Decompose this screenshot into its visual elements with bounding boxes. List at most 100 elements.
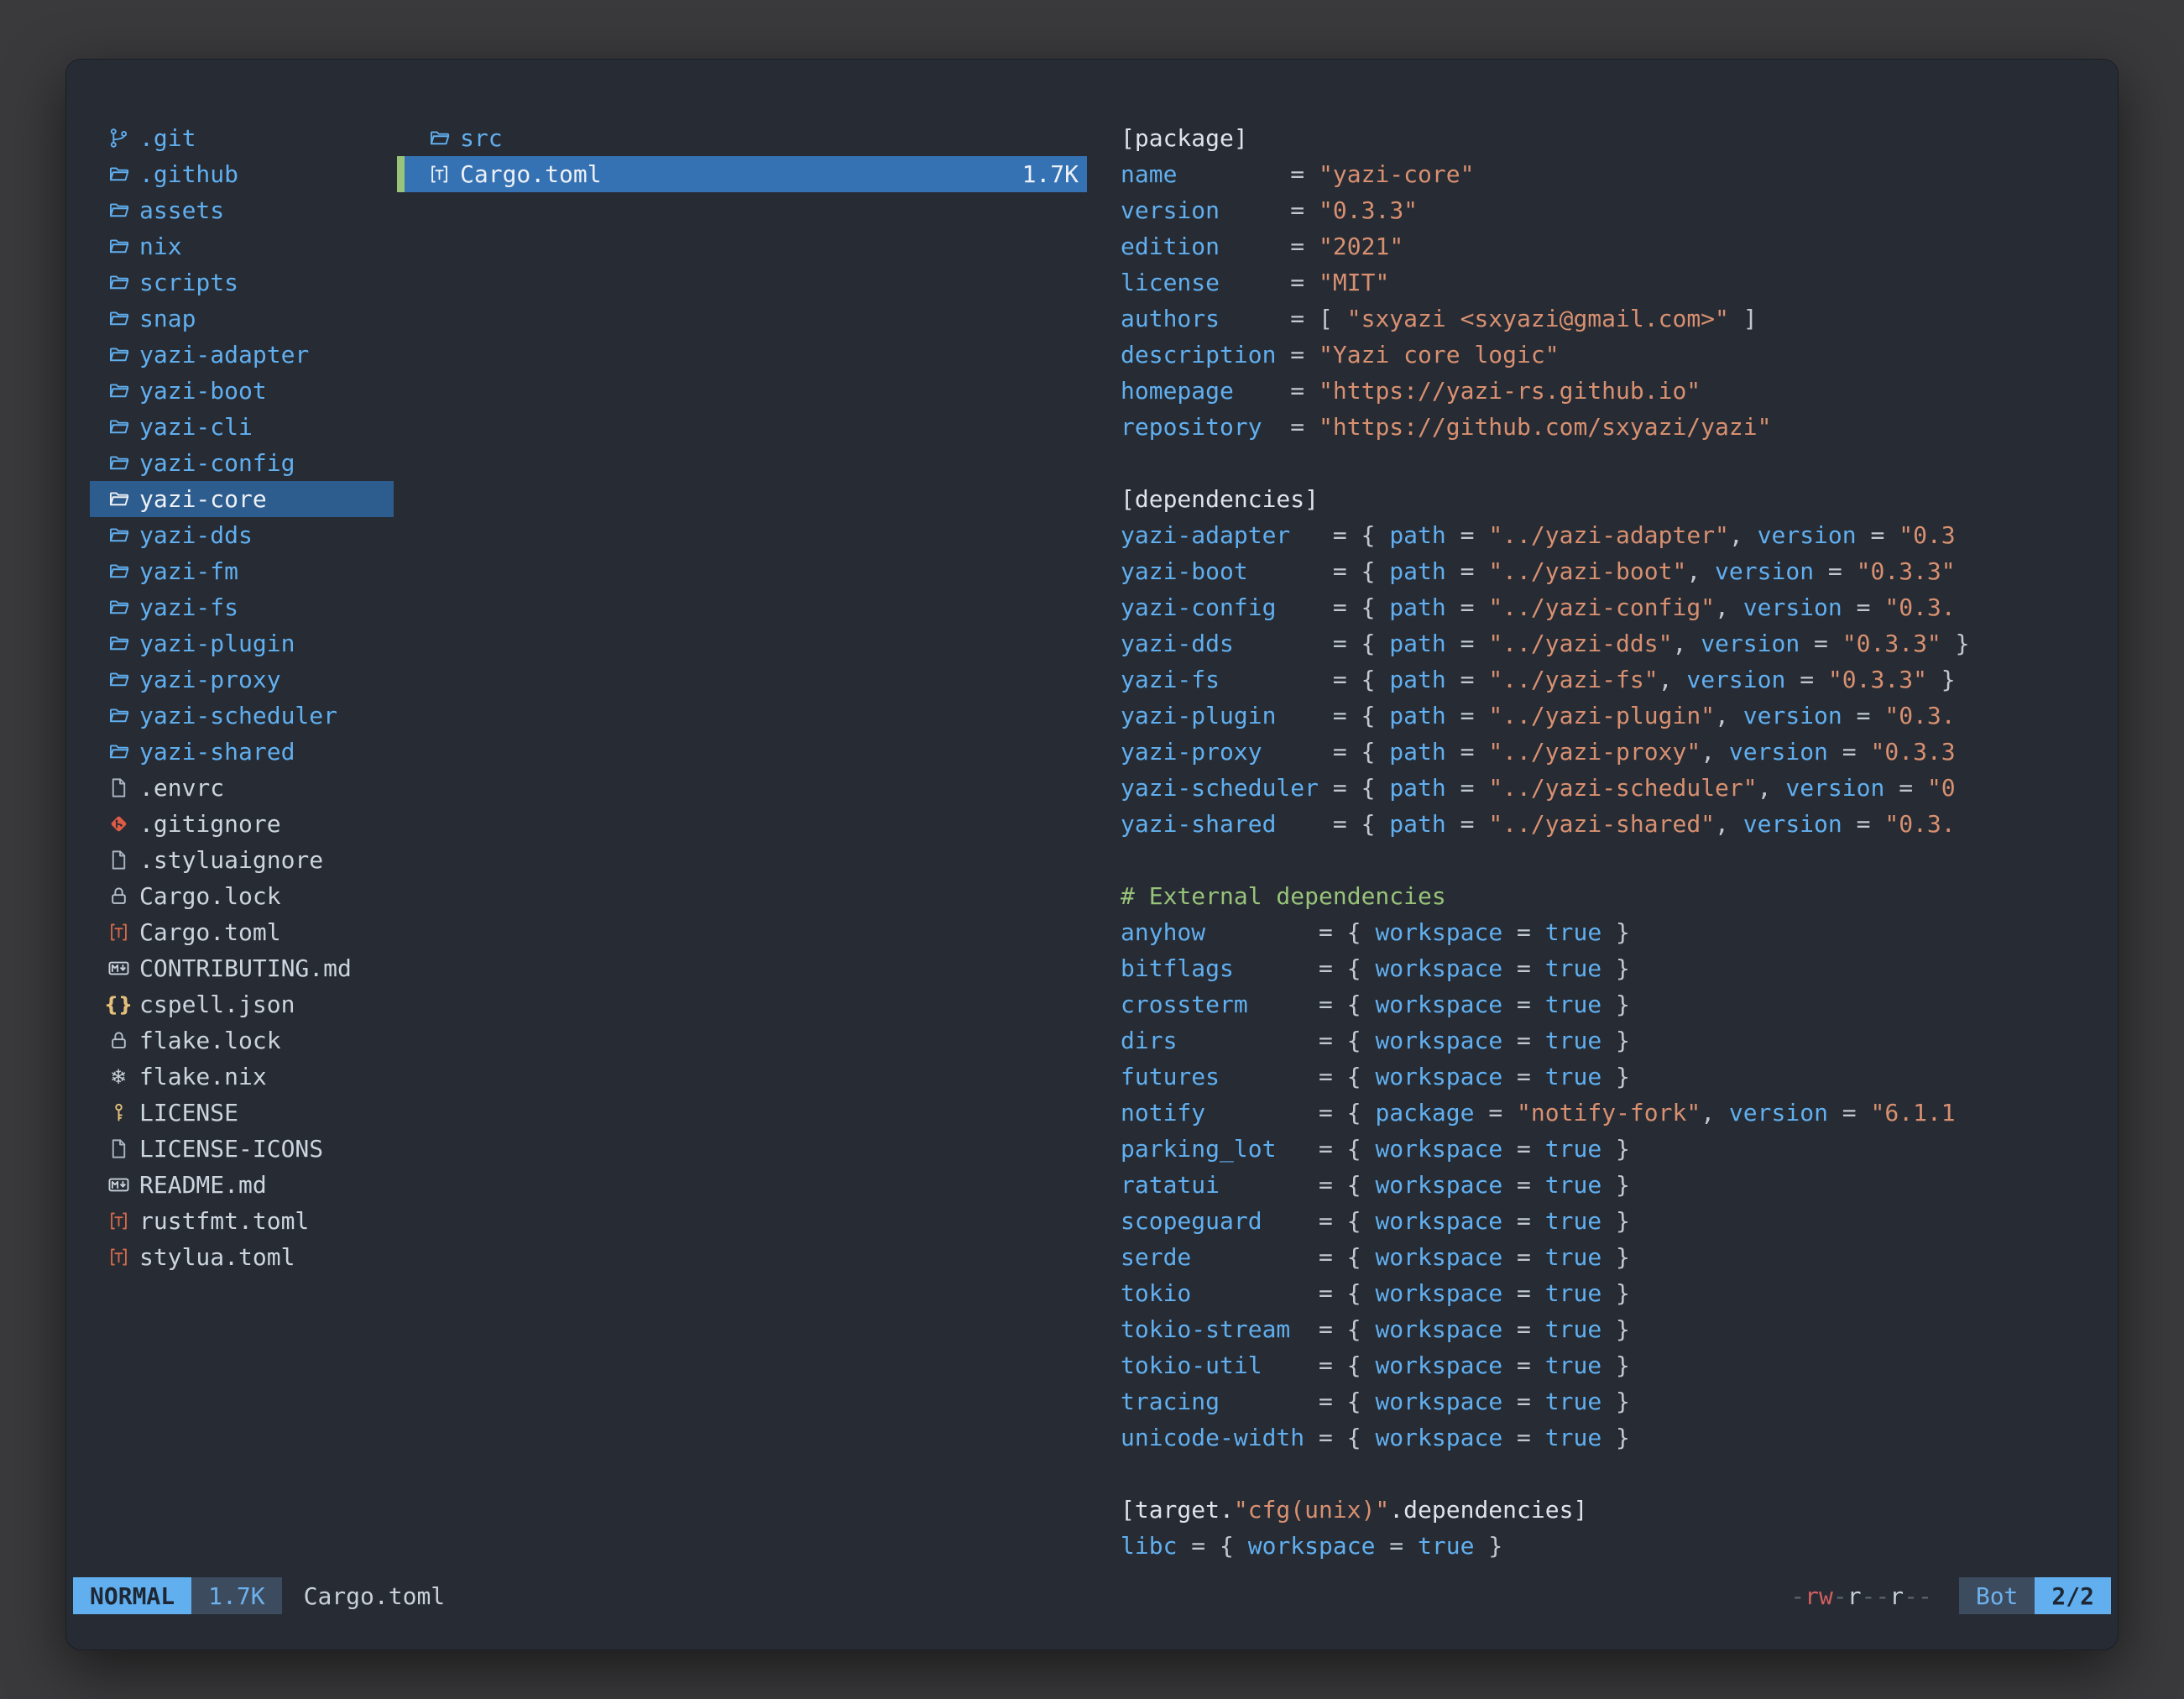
file-name: flake.lock — [139, 1027, 281, 1054]
file-row-scripts[interactable]: scripts — [90, 264, 394, 301]
preview-line: description = "Yazi core logic" — [1121, 337, 2081, 373]
file-row-assets[interactable]: assets — [90, 192, 394, 228]
file-row-nix[interactable]: nix — [90, 228, 394, 264]
preview-line: name = "yazi-core" — [1121, 156, 2081, 192]
preview-line: repository = "https://github.com/sxyazi/… — [1121, 409, 2081, 445]
preview-line: yazi-proxy = { path = "../yazi-proxy", v… — [1121, 734, 2081, 770]
file-manager-content: .git .github assets nix scripts snap yazi-adap… — [66, 60, 2118, 1577]
preview-line: notify = { package = "notify-fork", vers… — [1121, 1095, 2081, 1131]
preview-line: libc = { workspace = true } — [1121, 1528, 2081, 1564]
file-name: .gitignore — [139, 810, 281, 838]
file-row-flake.lock[interactable]: flake.lock — [90, 1022, 394, 1059]
file-row-.styluaignore[interactable]: .styluaignore — [90, 842, 394, 878]
file-size-indicator: 1.7K — [191, 1577, 281, 1614]
file-name: yazi-shared — [139, 738, 295, 766]
file-size: 1.7K — [1022, 160, 1079, 188]
preview-line: license = "MIT" — [1121, 264, 2081, 301]
file-row-.github[interactable]: .github — [90, 156, 394, 192]
file-name: yazi-boot — [139, 377, 267, 405]
status-filename: Cargo.toml — [304, 1582, 446, 1610]
preview-line: yazi-adapter = { path = "../yazi-adapter… — [1121, 517, 2081, 553]
file-icon — [106, 776, 131, 801]
file-name: cspell.json — [139, 991, 295, 1018]
file-row-src[interactable]: src — [397, 120, 1087, 156]
file-row-Cargo.toml[interactable]: Cargo.toml 1.7K — [397, 156, 1087, 192]
file-row-yazi-scheduler[interactable]: yazi-scheduler — [90, 698, 394, 734]
folder-open-icon — [106, 162, 131, 187]
snowflake-icon: ❄ — [106, 1064, 131, 1090]
folder-open-icon — [106, 631, 131, 656]
folder-open-icon — [106, 234, 131, 259]
file-row-Cargo.toml[interactable]: Cargo.toml — [90, 914, 394, 950]
file-row-yazi-plugin[interactable]: yazi-plugin — [90, 625, 394, 661]
preview-line: serde = { workspace = true } — [1121, 1239, 2081, 1275]
preview-line: tokio = { workspace = true } — [1121, 1275, 2081, 1311]
file-row-README.md[interactable]: README.md — [90, 1167, 394, 1203]
file-row-LICENSE[interactable]: LICENSE — [90, 1095, 394, 1131]
file-name: snap — [139, 305, 196, 332]
folder-open-icon — [106, 740, 131, 765]
preview-line: dirs = { workspace = true } — [1121, 1022, 2081, 1059]
file-name: nix — [139, 233, 182, 260]
status-right: -rw-r--r-- Bot 2/2 — [1790, 1577, 2111, 1614]
file-name: scripts — [139, 269, 238, 296]
file-row-yazi-dds[interactable]: yazi-dds — [90, 517, 394, 553]
preview-line: unicode-width = { workspace = true } — [1121, 1419, 2081, 1456]
preview-line: # External dependencies — [1121, 878, 2081, 914]
file-row-stylua.toml[interactable]: stylua.toml — [90, 1239, 394, 1275]
folder-open-icon — [106, 198, 131, 223]
folder-open-icon — [106, 451, 131, 476]
lock-icon — [106, 884, 131, 909]
folder-open-icon — [106, 379, 131, 404]
file-name: .github — [139, 160, 238, 188]
terminal-window: .git .github assets nix scripts snap yazi-adap… — [65, 59, 2119, 1650]
file-name: yazi-fs — [139, 593, 238, 621]
folder-open-icon — [106, 270, 131, 295]
file-row-CONTRIBUTING.md[interactable]: CONTRIBUTING.md — [90, 950, 394, 986]
preview-line: anyhow = { workspace = true } — [1121, 914, 2081, 950]
file-name: yazi-proxy — [139, 666, 281, 693]
file-name: assets — [139, 196, 224, 224]
file-name: yazi-plugin — [139, 630, 295, 657]
file-row-yazi-fs[interactable]: yazi-fs — [90, 589, 394, 625]
file-row-yazi-cli[interactable]: yazi-cli — [90, 409, 394, 445]
file-name: yazi-scheduler — [139, 702, 337, 729]
file-row-yazi-shared[interactable]: yazi-shared — [90, 734, 394, 770]
file-row-.envrc[interactable]: .envrc — [90, 770, 394, 806]
file-name: Cargo.toml — [460, 160, 602, 188]
file-row-.gitignore[interactable]: .gitignore — [90, 806, 394, 842]
file-name: LICENSE — [139, 1099, 238, 1127]
file-row-LICENSE-ICONS[interactable]: LICENSE-ICONS — [90, 1131, 394, 1167]
folder-open-icon — [106, 559, 131, 584]
file-row-yazi-proxy[interactable]: yazi-proxy — [90, 661, 394, 698]
file-row-.git[interactable]: .git — [90, 120, 394, 156]
status-bar: NORMAL 1.7K Cargo.toml -rw-r--r-- Bot 2/… — [73, 1577, 2111, 1614]
file-row-Cargo.lock[interactable]: Cargo.lock — [90, 878, 394, 914]
file-name: yazi-config — [139, 449, 295, 477]
preview-line: yazi-plugin = { path = "../yazi-plugin",… — [1121, 698, 2081, 734]
file-row-yazi-boot[interactable]: yazi-boot — [90, 373, 394, 409]
file-row-snap[interactable]: snap — [90, 301, 394, 337]
file-row-yazi-config[interactable]: yazi-config — [90, 445, 394, 481]
file-name: CONTRIBUTING.md — [139, 954, 352, 982]
preview-line: parking_lot = { workspace = true } — [1121, 1131, 2081, 1167]
file-name: rustfmt.toml — [139, 1207, 309, 1235]
file-row-cspell.json[interactable]: {} cspell.json — [90, 986, 394, 1022]
file-row-yazi-adapter[interactable]: yazi-adapter — [90, 337, 394, 373]
file-row-flake.nix[interactable]: ❄flake.nix — [90, 1059, 394, 1095]
file-name: README.md — [139, 1171, 267, 1199]
preview-line: tokio-stream = { workspace = true } — [1121, 1311, 2081, 1347]
key-icon — [106, 1100, 131, 1126]
folder-open-icon — [426, 126, 452, 151]
scroll-position-indicator: Bot — [1959, 1577, 2035, 1614]
file-row-yazi-fm[interactable]: yazi-fm — [90, 553, 394, 589]
file-row-yazi-core[interactable]: yazi-core — [90, 481, 394, 517]
markdown-icon — [106, 956, 131, 981]
file-name: src — [460, 124, 503, 152]
preview-line: tokio-util = { workspace = true } — [1121, 1347, 2081, 1383]
preview-line: homepage = "https://yazi-rs.github.io" — [1121, 373, 2081, 409]
file-row-rustfmt.toml[interactable]: rustfmt.toml — [90, 1203, 394, 1239]
folder-open-icon — [106, 342, 131, 368]
braces-icon: {} — [106, 992, 131, 1017]
folder-open-icon — [106, 415, 131, 440]
